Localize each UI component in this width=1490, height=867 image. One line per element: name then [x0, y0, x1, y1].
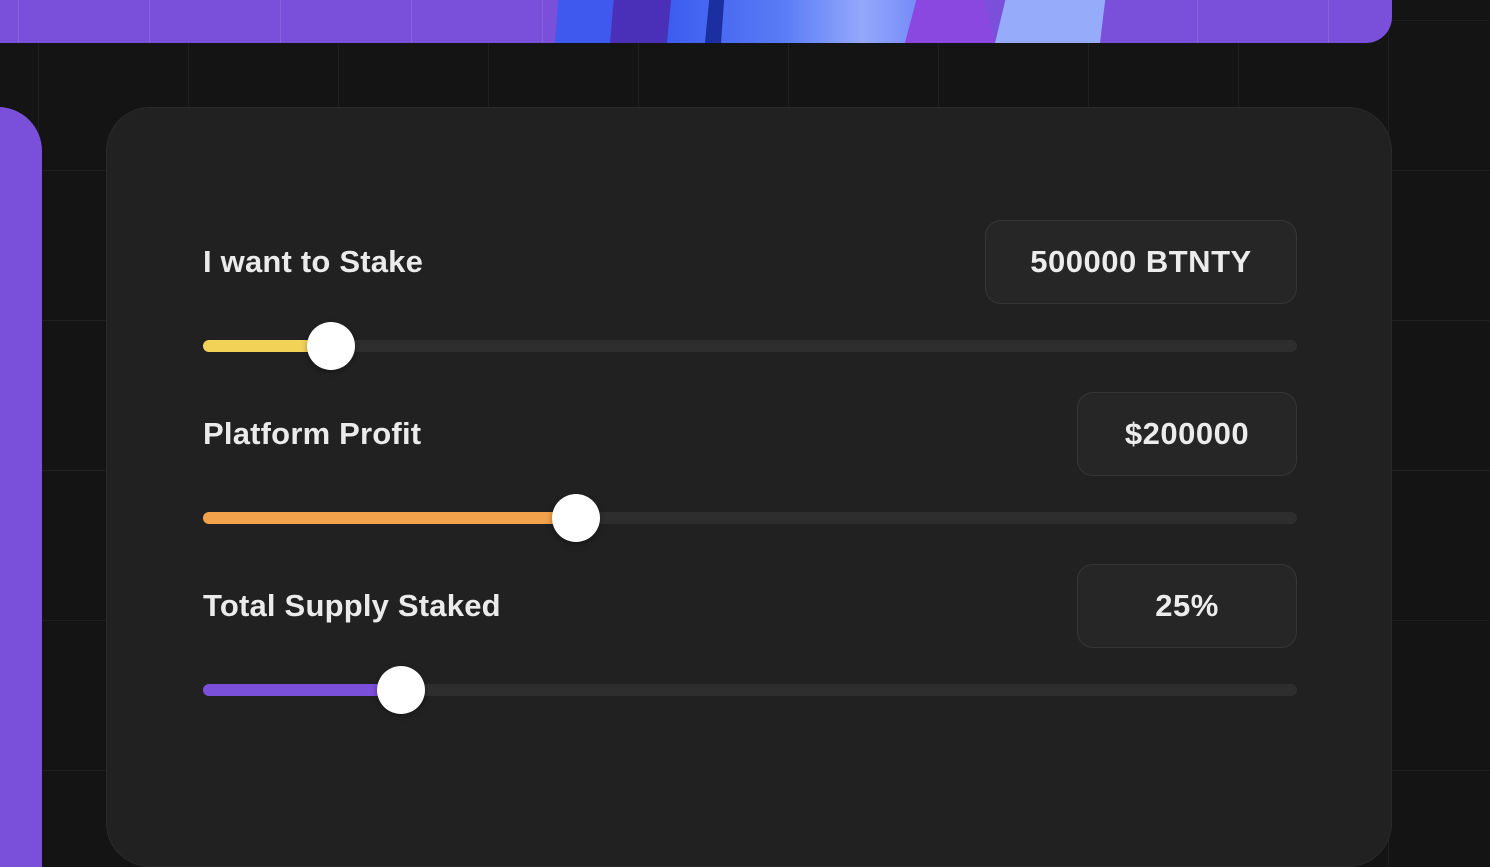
staking-calculator-card: I want to Stake 500000 BTNTY Platform Pr… [106, 107, 1392, 867]
platform-profit-slider-thumb[interactable] [552, 494, 601, 542]
stake-amount-value[interactable]: 500000 BTNTY [985, 220, 1297, 304]
platform-profit-slider[interactable] [203, 494, 1297, 542]
total-supply-staked-value[interactable]: 25% [1077, 564, 1297, 648]
total-supply-staked-label: Total Supply Staked [203, 588, 501, 623]
stake-amount-slider-thumb[interactable] [306, 322, 355, 370]
total-supply-staked-slider[interactable] [203, 666, 1297, 714]
total-supply-staked-slider-thumb[interactable] [377, 666, 425, 714]
stake-amount-label: I want to Stake [203, 244, 424, 279]
stake-amount-slider[interactable] [203, 322, 1297, 370]
left-side-panel [0, 107, 42, 867]
platform-profit-label: Platform Profit [203, 416, 422, 451]
banner-3d-art [555, 0, 1106, 43]
total-supply-staked-slider-fill [203, 684, 401, 696]
platform-profit-value[interactable]: $200000 [1077, 392, 1297, 476]
platform-profit-slider-fill [203, 512, 577, 524]
top-banner [0, 0, 1392, 43]
